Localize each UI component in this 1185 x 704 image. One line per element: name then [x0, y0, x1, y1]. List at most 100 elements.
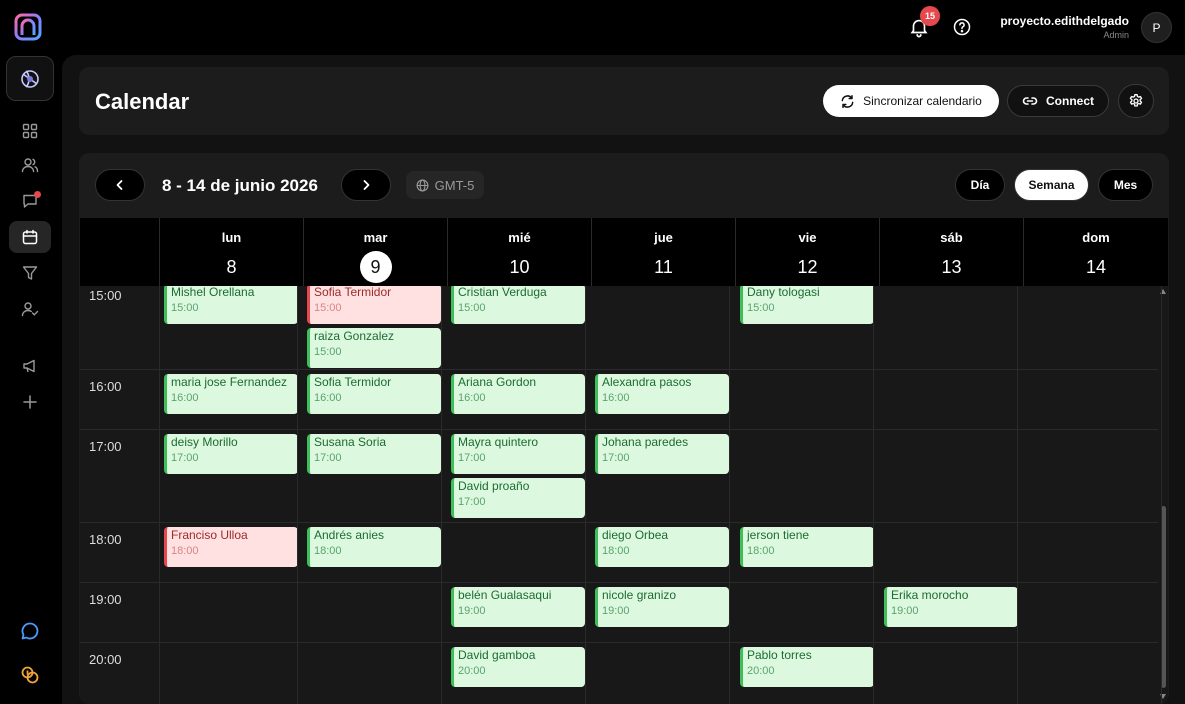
event-name: Susana Soria [314, 435, 387, 449]
event-name: Cristian Verduga [458, 286, 547, 299]
day-name: vie [798, 230, 817, 245]
event-card[interactable]: David gamboa 20:00 [451, 647, 585, 687]
day-name: mié [508, 230, 531, 245]
sync-calendar-button[interactable]: Sincronizar calendario [823, 85, 999, 117]
hour-divider [80, 429, 1158, 430]
day-number: 12 [797, 257, 818, 277]
event-card[interactable]: Sofia Termidor 16:00 [307, 374, 441, 414]
event-name: Sofia Termidor [314, 286, 392, 299]
settings-button[interactable] [1118, 84, 1154, 118]
event-time: 18:00 [171, 545, 199, 557]
event-card[interactable]: Mishel Orellana 15:00 [164, 286, 298, 324]
day-header-mié[interactable]: mié 10 [447, 218, 591, 286]
sidebar-item-campaigns[interactable] [9, 350, 51, 382]
hour-divider [80, 522, 1158, 523]
day-header-lun[interactable]: lun 8 [159, 218, 303, 286]
day-header-vie[interactable]: vie 12 [735, 218, 879, 286]
next-week-button[interactable] [341, 169, 391, 201]
grid-corner [80, 218, 159, 286]
hour-label: 17:00 [89, 439, 122, 454]
sidebar-item-billing[interactable] [9, 659, 51, 691]
event-time: 18:00 [602, 545, 630, 557]
event-card[interactable]: maria jose Fernandez 16:00 [164, 374, 298, 414]
timezone-selector[interactable]: GMT-5 [406, 171, 484, 199]
event-time: 17:00 [314, 452, 342, 464]
top-bar: 15 proyecto.edithdelgado Admin P [0, 0, 1185, 55]
event-card[interactable]: jerson tiene 18:00 [740, 527, 874, 567]
event-time: 15:00 [314, 346, 342, 358]
app-logo-icon[interactable] [14, 13, 42, 41]
day-name: jue [654, 230, 673, 245]
chevron-left-icon [116, 180, 123, 190]
hour-label: 18:00 [89, 532, 122, 547]
event-card[interactable]: Sofia Termidor 15:00 [307, 286, 441, 324]
event-card[interactable]: Pablo torres 20:00 [740, 647, 874, 687]
event-name: Ariana Gordon [458, 375, 537, 389]
sidebar-item-add[interactable] [9, 386, 51, 418]
previous-week-button[interactable] [95, 169, 145, 201]
event-card[interactable]: belén Gualasaqui 19:00 [451, 587, 585, 627]
event-name: Johana paredes [602, 435, 689, 449]
view-month-button[interactable]: Mes [1098, 169, 1153, 201]
event-name: Sofia Termidor [314, 375, 392, 389]
sidebar-item-filters[interactable] [9, 257, 51, 289]
sidebar-item-contacts[interactable] [9, 149, 51, 181]
view-week-button[interactable]: Semana [1014, 169, 1089, 201]
day-name: dom [1082, 230, 1110, 245]
unread-dot [34, 191, 41, 198]
day-name: lun [221, 230, 242, 245]
connect-label: Connect [1046, 94, 1094, 108]
event-card[interactable]: Franciso Ulloa 18:00 [164, 527, 298, 567]
calendar-icon [22, 229, 38, 245]
event-card[interactable]: Mayra quintero 17:00 [451, 434, 585, 474]
event-time: 16:00 [458, 392, 486, 404]
help-circle-icon[interactable] [952, 17, 972, 37]
event-card[interactable]: Andrés anies 18:00 [307, 527, 441, 567]
sidebar-item-messages[interactable] [9, 185, 51, 217]
event-time: 16:00 [171, 392, 199, 404]
day-number-today: 9 [359, 251, 392, 283]
event-card[interactable]: Erika morocho 19:00 [884, 587, 1018, 627]
megaphone-icon [23, 359, 35, 373]
event-name: Mishel Orellana [171, 286, 255, 299]
event-card[interactable]: Ariana Gordon 16:00 [451, 374, 585, 414]
sidebar-item-support-chat[interactable] [9, 615, 51, 647]
view-week-label: Semana [1028, 178, 1075, 192]
event-name: Mayra quintero [458, 435, 539, 449]
event-card[interactable]: diego Orbea 18:00 [595, 527, 729, 567]
event-card[interactable]: Cristian Verduga 15:00 [451, 286, 585, 324]
day-header-mar[interactable]: mar 9 [303, 218, 447, 286]
page-header: Calendar Sincronizar calendario Connect [79, 67, 1169, 135]
event-card[interactable]: Susana Soria 17:00 [307, 434, 441, 474]
event-card[interactable]: Dany tologasi 15:00 [740, 286, 874, 324]
day-header-jue[interactable]: jue 11 [591, 218, 735, 286]
day-name: mar [363, 230, 388, 245]
hour-divider [80, 369, 1158, 370]
event-card[interactable]: David proaño 17:00 [451, 478, 585, 518]
event-name: Alexandra pasos [602, 375, 692, 389]
avatar[interactable]: P [1141, 12, 1172, 43]
day-name: sáb [940, 230, 963, 245]
day-number: 10 [509, 257, 530, 277]
day-header-dom[interactable]: dom 14 [1023, 218, 1168, 286]
event-card[interactable]: Alexandra pasos 16:00 [595, 374, 729, 414]
week-grid: lun 8 mar 9 mié 10 jue 11 vie 12 sáb 13 dom 14 Mishel… [80, 218, 1168, 704]
event-card[interactable]: Johana paredes 17:00 [595, 434, 729, 474]
sidebar-item-team[interactable] [9, 293, 51, 325]
event-time: 17:00 [602, 452, 630, 464]
event-time: 15:00 [458, 302, 486, 314]
day-header-sáb[interactable]: sáb 13 [879, 218, 1023, 286]
event-card[interactable]: deisy Morillo 17:00 [164, 434, 298, 474]
workspace-switcher[interactable] [6, 56, 54, 101]
sidebar-item-dashboard[interactable] [9, 115, 51, 147]
event-name: Dany tologasi [747, 286, 820, 299]
event-card[interactable]: raiza Gonzalez 15:00 [307, 328, 441, 368]
event-time: 15:00 [171, 302, 199, 314]
view-day-button[interactable]: Día [955, 169, 1005, 201]
event-card[interactable]: nicole granizo 19:00 [595, 587, 729, 627]
view-month-label: Mes [1113, 178, 1138, 192]
event-time: 19:00 [891, 605, 919, 617]
day-number: 13 [941, 257, 962, 277]
sidebar-item-calendar[interactable] [9, 221, 51, 253]
connect-button[interactable]: Connect [1007, 85, 1109, 117]
